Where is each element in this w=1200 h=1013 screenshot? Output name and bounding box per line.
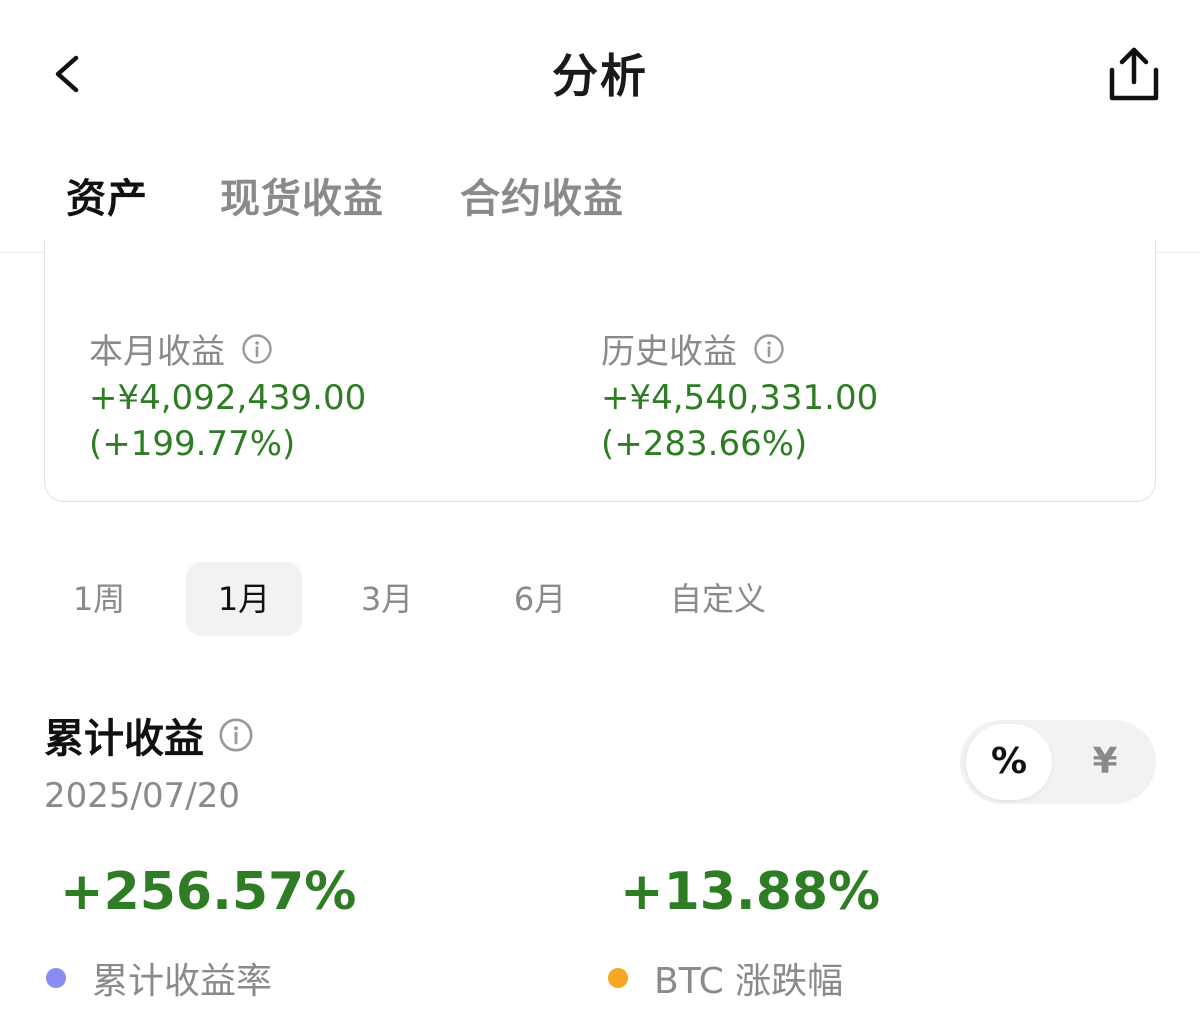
range-1-week[interactable]: 1周 (44, 562, 154, 636)
earnings-summary-card: 本月收益 +¥4,092,439.00 (+199.77%) 历史收益 +¥4,… (44, 240, 1156, 502)
share-button[interactable] (1104, 42, 1164, 106)
top-bar: 分析 (0, 0, 1200, 140)
month-earnings-percent: (+199.77%) (89, 424, 296, 464)
legend-dot (46, 968, 66, 988)
month-earnings: 本月收益 +¥4,092,439.00 (+199.77%) (89, 324, 366, 467)
history-earnings-label: 历史收益 (601, 332, 737, 372)
legend-label: BTC 涨跌幅 (654, 961, 844, 1002)
toggle-yuan-option[interactable]: ¥ (1062, 724, 1148, 800)
range-3-months[interactable]: 3月 (334, 562, 440, 636)
analysis-page: 分析 资产 现货收益 合约收益 本月收益 +¥4,092,439.00 (+19… (0, 0, 1200, 1013)
cumulative-earnings-title: 累计收益 (44, 716, 204, 762)
month-earnings-amount: +¥4,092,439.00 (89, 378, 367, 418)
legend-label: 累计收益率 (92, 961, 273, 1002)
tab-spot-earnings[interactable]: 现货收益 (220, 166, 384, 224)
range-1-month[interactable]: 1月 (186, 562, 302, 636)
tab-bar: 资产 现货收益 合约收益 (0, 150, 1200, 253)
info-icon[interactable] (753, 333, 785, 365)
info-icon[interactable] (218, 717, 254, 753)
unit-toggle: % ¥ (960, 720, 1156, 804)
legend-cumulative-return: 累计收益率 (46, 952, 272, 1004)
toggle-percent-option[interactable]: % (966, 724, 1052, 800)
tab-assets[interactable]: 资产 (66, 166, 148, 224)
btc-change-value: +13.88% (620, 862, 881, 922)
range-custom[interactable]: 自定义 (648, 562, 788, 636)
cumulative-return-value: +256.57% (60, 862, 357, 922)
cumulative-earnings-header: 累计收益 (44, 706, 254, 764)
time-range-selector: 1周 1月 3月 6月 自定义 (44, 562, 804, 636)
page-title: 分析 (552, 49, 648, 103)
cumulative-earnings-date: 2025/07/20 (44, 776, 240, 816)
history-earnings: 历史收益 +¥4,540,331.00 (+283.66%) (601, 324, 878, 467)
legend-dot (608, 968, 628, 988)
history-earnings-amount: +¥4,540,331.00 (601, 378, 879, 418)
range-6-months[interactable]: 6月 (488, 562, 592, 636)
info-icon[interactable] (241, 333, 273, 365)
history-earnings-percent: (+283.66%) (601, 424, 808, 464)
share-icon (1109, 47, 1159, 101)
tab-futures-earnings[interactable]: 合约收益 (460, 166, 624, 224)
legend-btc-change: BTC 涨跌幅 (608, 952, 843, 1004)
month-earnings-label: 本月收益 (89, 332, 225, 372)
